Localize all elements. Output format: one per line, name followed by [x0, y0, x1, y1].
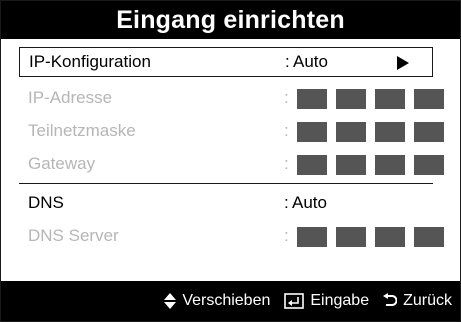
dns-value: Auto: [292, 193, 327, 212]
title-bar: Eingang einrichten: [1, 1, 460, 39]
dns-server-octet: [297, 227, 327, 247]
ip-address-row: IP-Adresse :: [19, 83, 444, 113]
ip-configuration-colon: :: [285, 52, 290, 71]
dns-row[interactable]: DNS : Auto: [19, 188, 433, 218]
ip-address-octet: [375, 89, 405, 109]
enter-hint-label: Eingabe: [310, 292, 370, 309]
dns-server-colon: :: [284, 226, 289, 245]
dialog-title: Eingang einrichten: [116, 5, 345, 34]
ip-configuration-label: IP-Konfiguration: [29, 52, 151, 71]
dns-server-octet: [336, 227, 366, 247]
gateway-label: Gateway: [28, 154, 96, 173]
enter-hint: Eingabe: [284, 292, 369, 310]
gateway-field: [297, 155, 444, 175]
ip-address-colon: :: [284, 88, 289, 107]
ip-address-octet: [414, 89, 444, 109]
ip-address-label: IP-Adresse: [28, 88, 113, 107]
gateway-row: Gateway :: [19, 149, 444, 179]
subnet-mask-octet: [336, 122, 366, 142]
dns-server-row: DNS Server :: [19, 221, 444, 251]
gateway-octet: [297, 155, 327, 175]
subnet-mask-octet: [414, 122, 444, 142]
up-down-arrows-icon: [164, 293, 177, 309]
gateway-colon: :: [284, 154, 289, 173]
back-hint: Zurück: [383, 292, 452, 310]
dns-server-label: DNS Server: [28, 226, 119, 245]
ip-address-octet: [297, 89, 327, 109]
dns-label: DNS: [28, 193, 64, 212]
gateway-octet: [336, 155, 366, 175]
ip-address-octet: [336, 89, 366, 109]
ip-configuration-row[interactable]: IP-Konfiguration : Auto: [19, 47, 433, 77]
gateway-octet: [375, 155, 405, 175]
dns-server-octet: [414, 227, 444, 247]
ip-configuration-value: Auto: [293, 52, 328, 71]
gateway-octet: [414, 155, 444, 175]
subnet-mask-row: Teilnetzmaske :: [19, 116, 444, 146]
subnet-mask-colon: :: [284, 121, 289, 140]
move-hint-label: Verschieben: [182, 292, 271, 309]
ip-address-field: [297, 89, 444, 109]
settings-panel: IP-Konfiguration : Auto IP-Adresse : Tei…: [5, 39, 456, 276]
dns-colon: :: [284, 193, 289, 212]
enter-icon: [284, 293, 305, 309]
network-settings-dialog: Eingang einrichten IP-Konfiguration : Au…: [0, 0, 461, 322]
subnet-mask-octet: [375, 122, 405, 142]
section-divider: [19, 183, 433, 184]
subnet-mask-label: Teilnetzmaske: [28, 121, 136, 140]
subnet-mask-field: [297, 122, 444, 142]
subnet-mask-octet: [297, 122, 327, 142]
return-icon: [383, 293, 398, 309]
dns-server-octet: [375, 227, 405, 247]
move-hint: Verschieben: [164, 292, 270, 310]
button-hint-bar: Verschieben Eingabe Zurück: [1, 281, 460, 321]
dns-server-field: [297, 227, 444, 247]
play-arrow-icon[interactable]: [397, 56, 409, 70]
back-hint-label: Zurück: [403, 292, 452, 309]
